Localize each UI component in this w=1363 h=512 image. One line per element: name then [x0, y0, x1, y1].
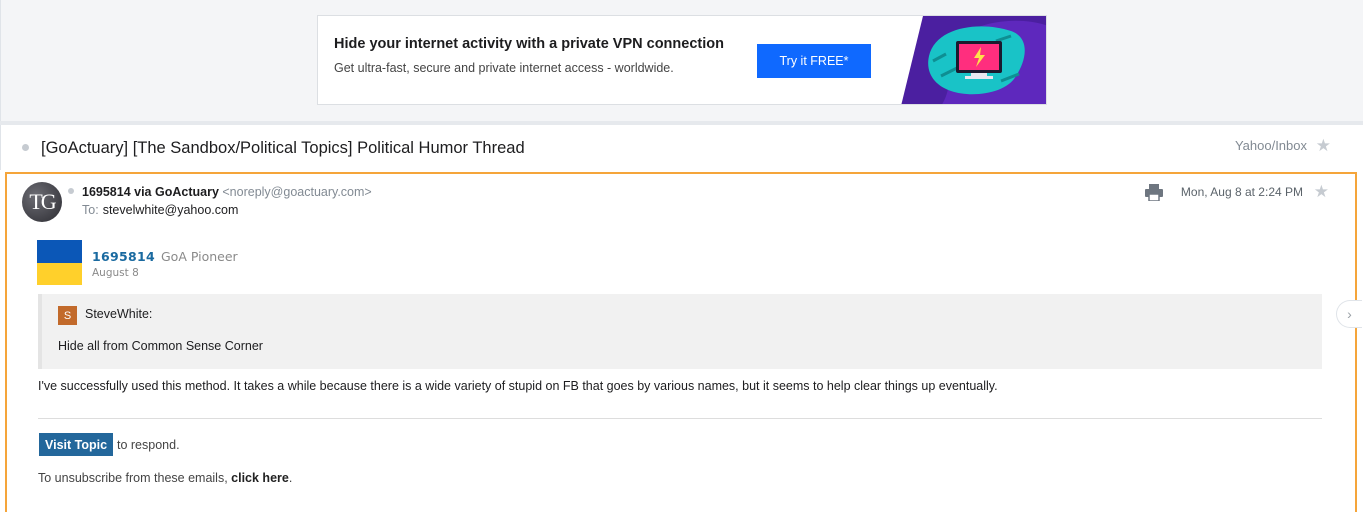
- quote-avatar: S: [58, 306, 77, 325]
- ad-band: Hide your internet activity with a priva…: [0, 0, 1363, 121]
- poster-line: 1695814 GoA Pioneer: [92, 249, 238, 264]
- ad-cta-button[interactable]: Try it FREE*: [757, 44, 871, 78]
- printer-icon[interactable]: [1145, 184, 1163, 201]
- vpn-ad[interactable]: Hide your internet activity with a priva…: [317, 15, 1047, 105]
- folder-label[interactable]: Yahoo/Inbox: [1235, 138, 1307, 153]
- star-icon[interactable]: ★: [1316, 137, 1331, 154]
- post-body: I've successfully used this method. It t…: [38, 379, 998, 393]
- avatar[interactable]: TG: [22, 182, 62, 222]
- email-message: TG 1695814 via GoActuary <noreply@goactu…: [5, 172, 1357, 512]
- sender-address: <noreply@goactuary.com>: [222, 185, 372, 199]
- message-date: Mon, Aug 8 at 2:24 PM: [1180, 185, 1303, 199]
- to-label: To:: [82, 203, 99, 217]
- read-dot-icon[interactable]: [68, 188, 74, 194]
- poster-username[interactable]: 1695814: [92, 249, 155, 264]
- sender-name: 1695814 via GoActuary: [82, 185, 219, 199]
- quote-author: SteveWhite:: [85, 307, 153, 321]
- quote-text: Hide all from Common Sense Corner: [58, 339, 263, 353]
- message-star-icon[interactable]: ★: [1314, 183, 1329, 200]
- visit-topic-button[interactable]: Visit Topic: [39, 433, 114, 456]
- quote-block: S SteveWhite: Hide all from Common Sense…: [38, 294, 1322, 369]
- recipient-line: To: stevelwhite@yahoo.com: [82, 203, 238, 217]
- unsubscribe-suffix: .: [288, 471, 293, 485]
- vpn-ad-illustration: [901, 16, 1046, 104]
- separator: [38, 418, 1322, 419]
- poster-rank: GoA Pioneer: [160, 249, 238, 264]
- next-message-chevron-icon[interactable]: ›: [1336, 300, 1362, 328]
- respond-text: to respond.: [117, 438, 180, 452]
- unsubscribe-line: To unsubscribe from these emails, click …: [38, 471, 292, 485]
- recipient-address: stevelwhite@yahoo.com: [102, 203, 239, 217]
- post-date: August 8: [92, 267, 139, 279]
- thread-subject-row[interactable]: [GoActuary] [The Sandbox/Political Topic…: [0, 125, 1363, 170]
- unsubscribe-prefix: To unsubscribe from these emails,: [38, 471, 228, 485]
- thread-subject: [GoActuary] [The Sandbox/Political Topic…: [41, 139, 525, 157]
- ad-headline: Hide your internet activity with a priva…: [334, 36, 724, 52]
- sender-line[interactable]: 1695814 via GoActuary <noreply@goactuary…: [82, 185, 372, 199]
- ad-subtext: Get ultra-fast, secure and private inter…: [334, 61, 674, 75]
- user-avatar-flag[interactable]: [37, 240, 82, 285]
- unread-dot-icon[interactable]: [22, 144, 29, 151]
- unsubscribe-link[interactable]: click here: [231, 471, 289, 485]
